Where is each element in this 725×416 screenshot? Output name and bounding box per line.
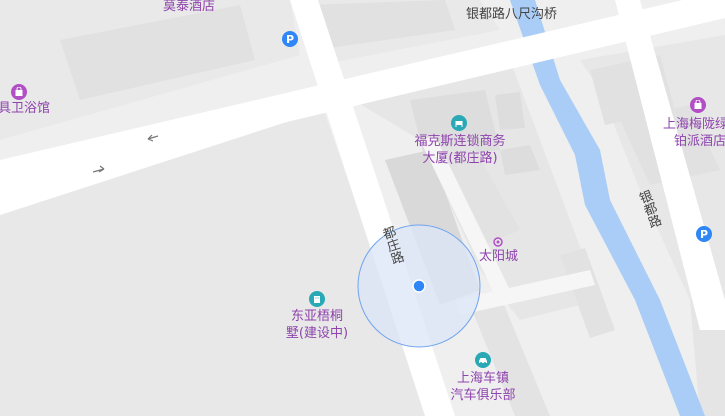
shop-icon-meilong[interactable] (690, 97, 706, 113)
label-dongya-line2: 墅(建设中) (285, 326, 349, 341)
label-meilong-line2: 铂派酒店 (674, 134, 725, 149)
mall-icon-taiyangcheng[interactable] (492, 236, 504, 248)
label-dongya-villa[interactable]: 东亚梧桐 墅(建设中) (277, 308, 357, 342)
label-motai-hotel[interactable]: 莫泰酒店 (163, 0, 215, 15)
label-chezhen-line2: 汽车俱乐部 (450, 388, 516, 403)
shop-icon[interactable] (11, 84, 27, 100)
label-yindu-bridge: 银都路八尺沟桥 (466, 7, 558, 22)
label-dongya-line1: 东亚梧桐 (290, 309, 343, 324)
hotel-icon-fukesi[interactable] (451, 115, 467, 131)
parking-icon-east[interactable]: P (696, 226, 712, 242)
label-fukesi-building[interactable]: 福克斯连锁商务 大厦(都庄路) (410, 133, 510, 167)
map-canvas[interactable]: P P 莫泰酒店 具卫浴馆 银都路八尺沟桥 福克斯连锁商务 大厦(都庄路) 上海… (0, 0, 725, 416)
label-chezhen-line1: 上海车镇 (456, 371, 509, 386)
parking-icon-east-glyph: P (699, 227, 709, 241)
label-fukesi-line2: 大厦(都庄路) (422, 151, 498, 166)
label-fukesi-line1: 福克斯连锁商务 (414, 134, 506, 149)
label-meilong-hotel[interactable]: 上海梅陇绿 铂派酒店 (663, 116, 725, 150)
parking-icon-glyph: P (285, 32, 295, 46)
label-bath-shop[interactable]: 具卫浴馆 (0, 100, 50, 117)
building-icon-dongya[interactable] (309, 291, 325, 307)
label-taiyangcheng[interactable]: 太阳城 (479, 248, 518, 265)
label-chezhen-club[interactable]: 上海车镇 汽车俱乐部 (443, 370, 523, 404)
car-icon-chezhen[interactable] (475, 352, 491, 368)
current-location-dot (412, 279, 426, 293)
map-base-layer (0, 0, 725, 416)
parking-icon[interactable]: P (282, 31, 298, 47)
label-meilong-line1: 上海梅陇绿 (663, 117, 725, 132)
building-5 (495, 92, 525, 130)
